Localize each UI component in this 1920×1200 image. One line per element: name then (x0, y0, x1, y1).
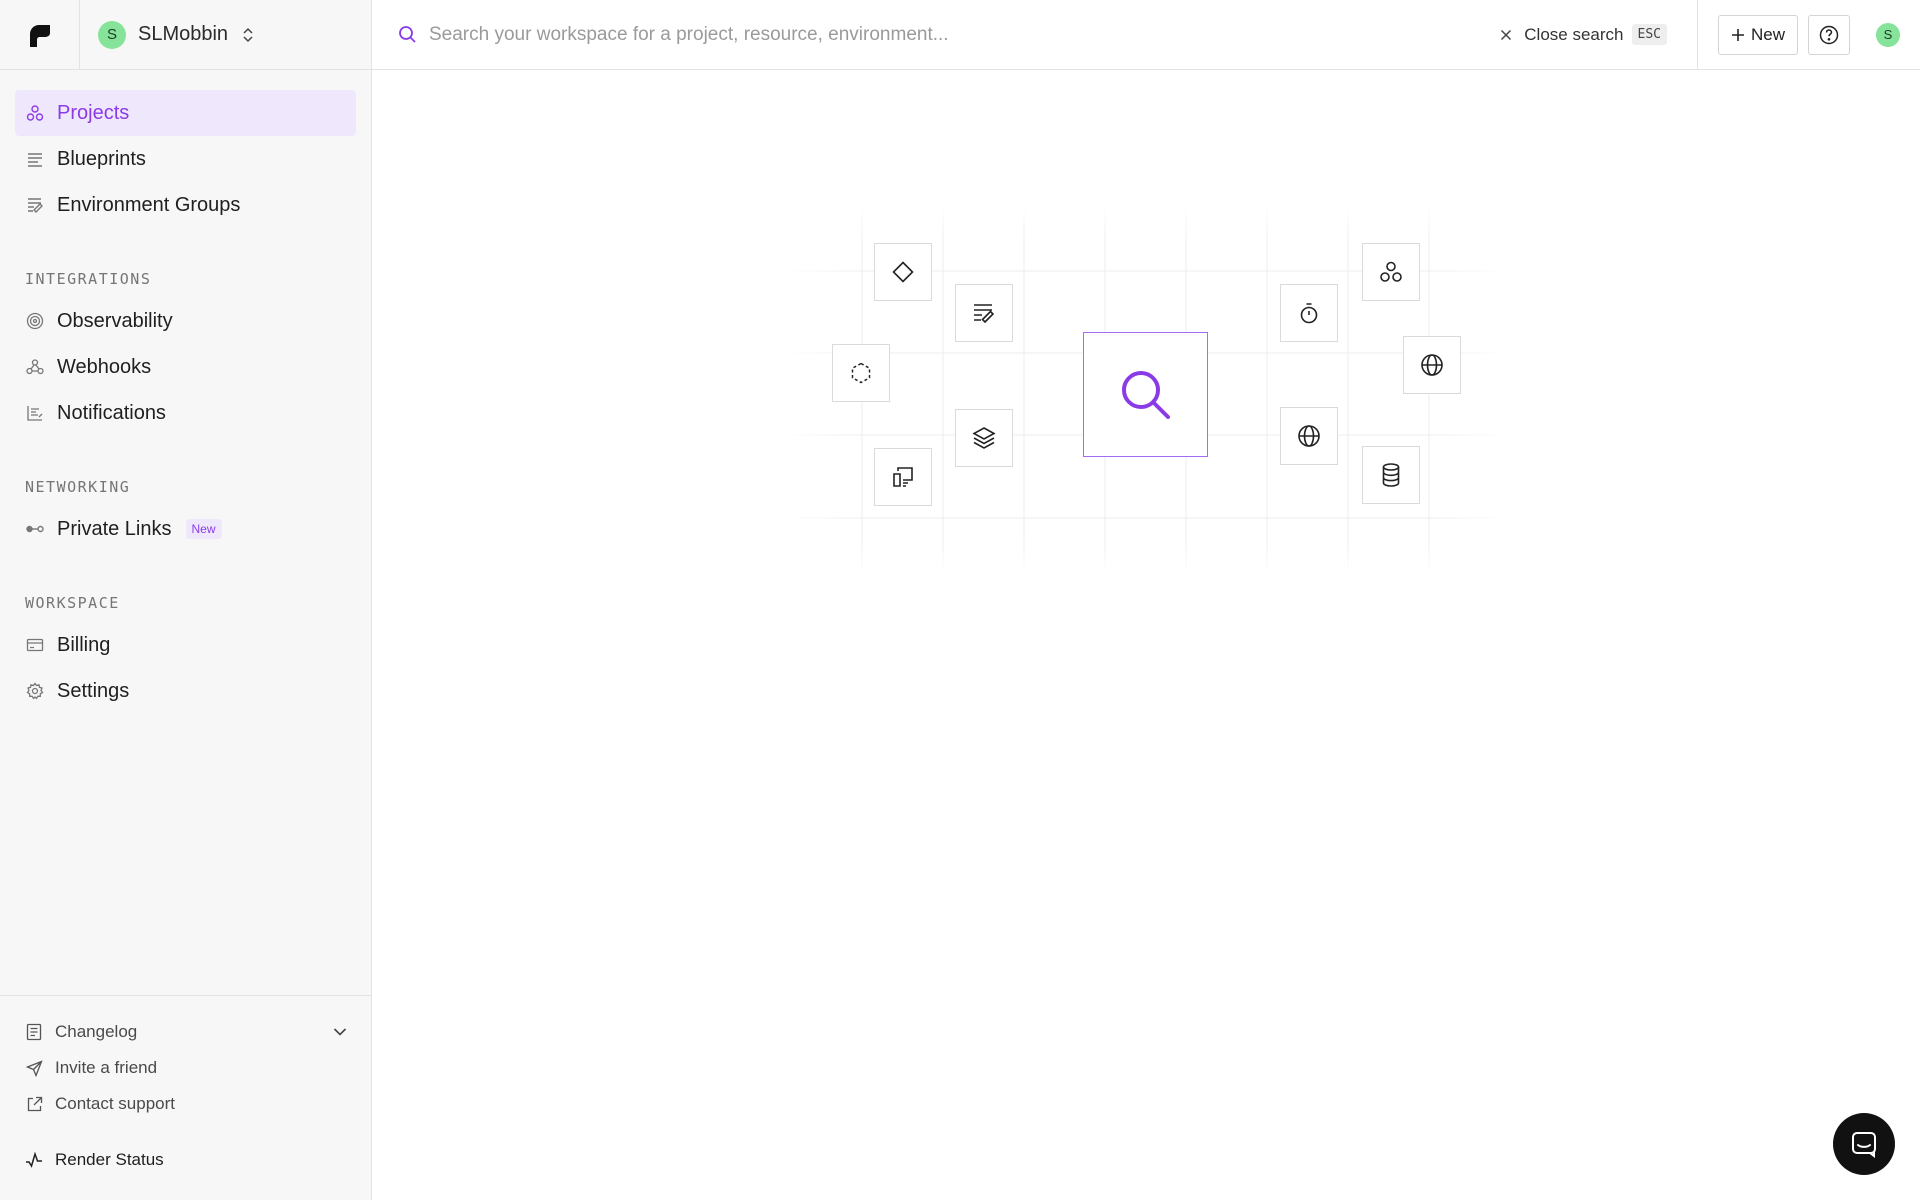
new-button-label: New (1750, 24, 1785, 44)
top-actions: New S (1696, 0, 1920, 70)
projects-icon (1380, 261, 1402, 282)
hexagon-tile (832, 344, 890, 402)
workspace-name: SLMobbin (138, 23, 229, 45)
globe-icon (1421, 354, 1443, 376)
sidebar-item-label: Private Links (57, 517, 172, 540)
search-icon (399, 26, 416, 43)
globe-tile-right (1403, 336, 1461, 394)
send-icon (25, 1059, 43, 1077)
cron-job-tile (1280, 284, 1338, 342)
sidebar-item-label: Billing (57, 633, 111, 656)
sidebar-footer: Changelog Invite a friend Contact suppor… (0, 995, 372, 1200)
close-search-button[interactable]: Close search ESC (1500, 24, 1667, 45)
chevron-up-down-icon (243, 27, 253, 42)
static-site-tile (874, 448, 932, 506)
globe-icon (1298, 425, 1320, 447)
sidebar-item-label: Blueprints (57, 147, 146, 170)
invite-friend-label: Invite a friend (55, 1058, 158, 1077)
observability-icon (25, 311, 45, 331)
sidebar-item-label: Settings (57, 679, 130, 702)
sidebar-item-billing[interactable]: Billing (15, 622, 356, 668)
sidebar-header: S SLMobbin (0, 0, 371, 70)
render-status-label: Render Status (55, 1150, 164, 1169)
search-bar: Close search ESC (372, 0, 1697, 70)
search-icon (1121, 370, 1170, 419)
external-link-icon (25, 1095, 43, 1113)
sidebar-item-label: Observability (57, 309, 173, 332)
changelog-label: Changelog (55, 1022, 138, 1041)
user-avatar[interactable]: S (1876, 22, 1900, 47)
environment-groups-icon (25, 195, 45, 215)
database-icon (1382, 463, 1400, 487)
projects-icon (25, 103, 45, 123)
chevron-down-icon[interactable] (333, 1027, 347, 1037)
sidebar: S SLMobbin Projects Blueprints Environme… (0, 0, 372, 1200)
invite-friend-link[interactable]: Invite a friend (25, 1050, 347, 1086)
blueprints-icon (25, 149, 45, 169)
gear-icon (25, 681, 45, 701)
private-links-icon (25, 519, 45, 539)
changelog-icon (25, 1023, 43, 1041)
stopwatch-icon (1300, 303, 1318, 324)
plus-icon (1731, 28, 1744, 41)
diamond-icon (892, 261, 914, 283)
esc-key-hint: ESC (1631, 24, 1667, 45)
sidebar-item-label: Notifications (57, 401, 166, 424)
search-empty-illustration (782, 205, 1510, 575)
sidebar-item-blueprints[interactable]: Blueprints (15, 136, 356, 182)
top-bar: Close search ESC New S (372, 0, 1920, 70)
help-icon (1819, 25, 1839, 44)
new-button[interactable]: New (1717, 14, 1798, 55)
notifications-icon (25, 403, 45, 423)
hexagon-dashed-icon (851, 362, 871, 384)
sidebar-item-webhooks[interactable]: Webhooks (15, 344, 356, 390)
help-button[interactable] (1808, 14, 1850, 55)
database-tile (1362, 446, 1420, 504)
sidebar-item-settings[interactable]: Settings (15, 668, 356, 714)
static-site-icon (893, 467, 913, 487)
render-logo-icon (29, 24, 50, 47)
sidebar-item-observability[interactable]: Observability (15, 298, 356, 344)
globe-tile-left (1280, 407, 1338, 465)
new-badge: New (185, 519, 222, 539)
layers-icon (972, 427, 996, 449)
activity-icon (25, 1151, 43, 1169)
contact-support-label: Contact support (55, 1094, 176, 1113)
workspace-switcher[interactable]: S SLMobbin (98, 20, 254, 49)
close-search-label: Close search (1524, 24, 1624, 44)
sidebar-item-label: Webhooks (57, 355, 152, 378)
environment-groups-icon (974, 304, 995, 324)
render-logo[interactable] (0, 0, 80, 70)
sidebar-item-notifications[interactable]: Notifications (15, 390, 356, 436)
sidebar-nav: Projects Blueprints Environment Groups I… (0, 70, 371, 714)
contact-support-link[interactable]: Contact support (25, 1086, 347, 1122)
render-status-link[interactable]: Render Status (25, 1142, 347, 1178)
search-highlight-tile (1083, 332, 1208, 457)
diamond-tile (874, 243, 932, 301)
billing-icon (25, 635, 45, 655)
search-input[interactable] (429, 23, 1501, 46)
sidebar-item-projects[interactable]: Projects (15, 90, 356, 136)
layers-tile (955, 409, 1013, 467)
sidebar-item-label: Projects (57, 101, 130, 124)
changelog-link[interactable]: Changelog (25, 1014, 347, 1050)
support-chat-button[interactable] (1833, 1113, 1895, 1175)
sidebar-item-private-links[interactable]: Private Links New (15, 506, 356, 552)
environment-group-tile (955, 284, 1013, 342)
close-icon (1501, 29, 1512, 40)
chat-icon (1852, 1132, 1876, 1158)
webhooks-icon (25, 357, 45, 377)
sidebar-item-environment-groups[interactable]: Environment Groups (15, 182, 356, 228)
section-heading-workspace: WORKSPACE (25, 594, 120, 612)
projects-tile (1362, 243, 1420, 301)
workspace-avatar: S (98, 20, 126, 49)
sidebar-item-label: Environment Groups (57, 193, 241, 216)
section-heading-integrations: INTEGRATIONS (25, 270, 152, 288)
section-heading-networking: NETWORKING (25, 478, 131, 496)
